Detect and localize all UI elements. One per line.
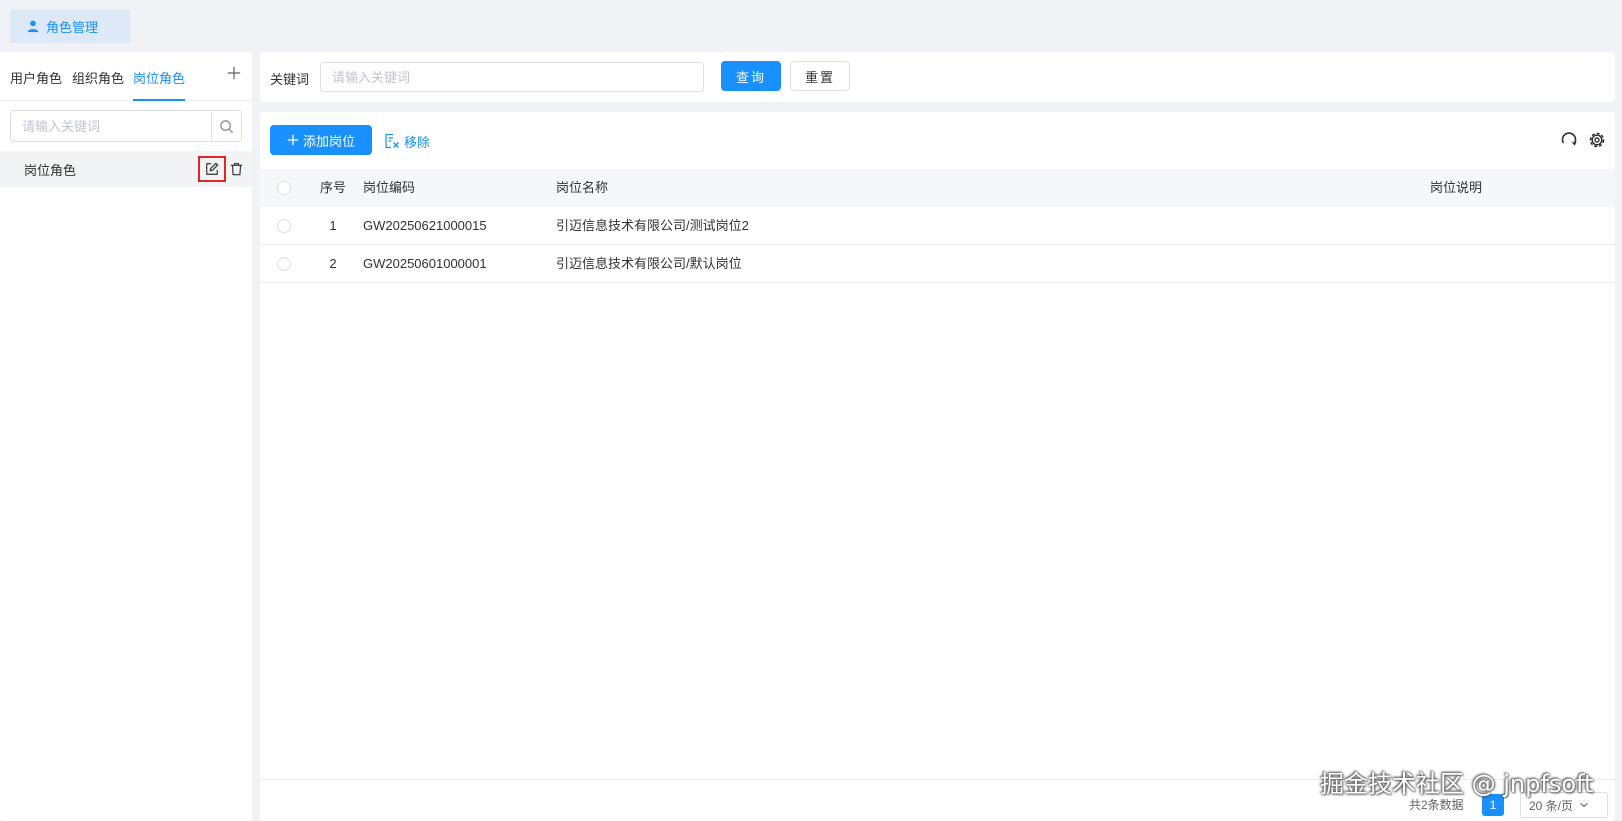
select-all-checkbox[interactable]	[277, 181, 291, 195]
remove-icon	[385, 133, 399, 149]
user-icon	[27, 20, 39, 33]
plus-icon[interactable]	[226, 66, 242, 82]
tab-label: 角色管理	[46, 19, 99, 35]
keyword-label: 关键词	[270, 72, 310, 87]
position-table: 序号 岗位编码 岗位名称 岗位说明 1 GW20250621000015 引迈信…	[260, 169, 1615, 283]
refresh-icon[interactable]	[1560, 131, 1578, 149]
row-name: 引迈信息技术有限公司/测试岗位2	[556, 218, 749, 233]
keyword-input[interactable]	[320, 62, 704, 92]
column-header-desc: 岗位说明	[1430, 180, 1483, 195]
chevron-down-icon	[1580, 802, 1588, 808]
row-index: 1	[329, 218, 337, 233]
tab-org-role[interactable]: 组织角色	[72, 68, 124, 101]
column-header-name: 岗位名称	[556, 180, 609, 195]
row-index: 2	[329, 256, 337, 271]
add-position-button[interactable]: 添加岗位	[270, 125, 372, 155]
remove-button[interactable]: 移除	[384, 131, 430, 151]
watermark: 掘金技术社区 @ jnpfsoft	[1320, 770, 1594, 798]
tab-position-role[interactable]: 岗位角色	[133, 68, 186, 101]
table-header: 序号 岗位编码 岗位名称 岗位说明	[260, 169, 1615, 207]
tab-role-management[interactable]: 角色管理	[10, 9, 130, 43]
row-code: GW20250621000015	[363, 218, 487, 233]
row-code: GW20250601000001	[363, 256, 487, 271]
row-name: 引迈信息技术有限公司/默认岗位	[556, 256, 742, 271]
role-item-label: 岗位角色	[24, 162, 77, 178]
edit-icon[interactable]	[198, 156, 226, 182]
role-type-tabs: 用户角色 组织角色 岗位角色	[0, 52, 252, 101]
remove-label: 移除	[404, 134, 431, 150]
row-checkbox[interactable]	[277, 219, 291, 233]
add-position-label: 添加岗位	[302, 133, 355, 149]
search-icon[interactable]	[211, 111, 241, 141]
role-search-field	[10, 110, 242, 142]
gear-icon[interactable]	[1587, 130, 1607, 150]
position-list-panel: 添加岗位 移除 序号 岗位编码 岗位名称 岗位说明 1 GW2025062100…	[260, 112, 1615, 821]
reset-button[interactable]: 重置	[790, 61, 850, 91]
query-bar: 关键词 查询 重置	[260, 52, 1615, 102]
column-header-code: 岗位编码	[363, 180, 416, 195]
trash-icon[interactable]	[228, 160, 244, 178]
search-button[interactable]: 查询	[721, 61, 781, 91]
page-size-value: 20 条/页	[1529, 798, 1574, 813]
tab-user-role[interactable]: 用户角色	[10, 68, 62, 101]
column-header-index: 序号	[319, 180, 346, 195]
plus-icon	[287, 134, 299, 146]
row-checkbox[interactable]	[277, 257, 291, 271]
table-row[interactable]: 2 GW20250601000001 引迈信息技术有限公司/默认岗位	[260, 245, 1615, 283]
role-search-input[interactable]	[11, 111, 211, 141]
table-row[interactable]: 1 GW20250621000015 引迈信息技术有限公司/测试岗位2	[260, 207, 1615, 245]
role-sidebar: 用户角色 组织角色 岗位角色 岗位角色	[0, 52, 252, 821]
page-tabbar: 角色管理	[0, 0, 1622, 48]
